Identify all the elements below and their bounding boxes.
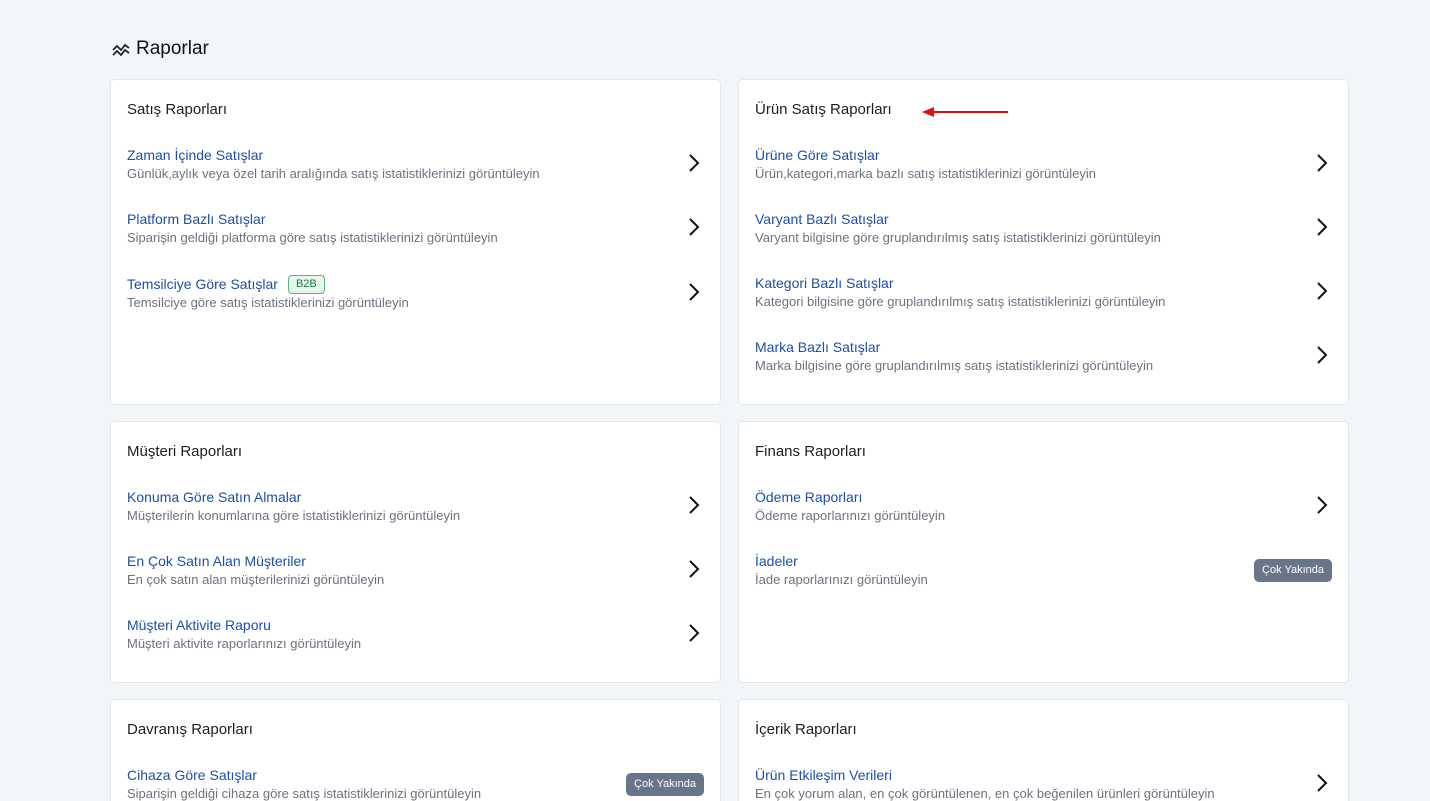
chevron-right-icon[interactable] — [688, 495, 700, 515]
card-content-reports: İçerik Raporları Ürün Etkileşim Verileri… — [738, 699, 1349, 801]
item-title[interactable]: En Çok Satın Alan Müşteriler — [127, 553, 306, 569]
item-title[interactable]: Varyant Bazlı Satışlar — [755, 211, 889, 227]
card-behavior-reports: Davranış Raporları Cihaza Göre Satışlar … — [110, 699, 721, 801]
item-desc: Siparişin geldiği cihaza göre satış ista… — [127, 786, 482, 801]
report-item-product-sales[interactable]: Ürüne Göre Satışlar Ürün,kategori,marka … — [739, 145, 1348, 195]
chevron-right-icon[interactable] — [688, 282, 700, 302]
item-desc: En çok satın alan müşterilerinizi görünt… — [127, 572, 385, 587]
chevron-right-icon[interactable] — [688, 559, 700, 579]
chevron-right-icon[interactable] — [688, 217, 700, 237]
item-title[interactable]: Platform Bazlı Satışlar — [127, 211, 266, 227]
card-product-sales-reports: Ürün Satış Raporları Ürüne Göre Satışlar… — [738, 79, 1349, 405]
item-desc: Siparişin geldiği platforma göre satış i… — [127, 230, 498, 245]
page-title: Raporlar — [136, 38, 209, 59]
card-title: Finans Raporları — [755, 443, 866, 460]
item-desc: En çok yorum alan, en çok görüntülenen, … — [755, 786, 1215, 801]
item-desc: İade raporlarınızı görüntüleyin — [755, 572, 928, 587]
item-title[interactable]: Kategori Bazlı Satışlar — [755, 275, 894, 291]
item-title[interactable]: Konuma Göre Satın Almalar — [127, 489, 301, 505]
report-item-platform-sales[interactable]: Platform Bazlı Satışlar Siparişin geldiğ… — [111, 209, 720, 259]
item-desc: Kategori bilgisine göre gruplandırılmış … — [755, 294, 1166, 309]
chevron-right-icon[interactable] — [1316, 217, 1328, 237]
card-title: Ürün Satış Raporları — [755, 101, 892, 118]
page-header: Raporlar — [112, 38, 209, 60]
chevron-right-icon[interactable] — [1316, 773, 1328, 793]
report-item-brand-sales[interactable]: Marka Bazlı Satışlar Marka bilgisine gör… — [739, 337, 1348, 387]
item-title[interactable]: Zaman İçinde Satışlar — [127, 147, 263, 163]
report-item-location-purchases[interactable]: Konuma Göre Satın Almalar Müşterilerin k… — [111, 487, 720, 537]
card-title: Satış Raporları — [127, 101, 228, 118]
report-item-returns: İadeler İade raporlarınızı görüntüleyin … — [739, 551, 1348, 601]
report-item-product-engagement[interactable]: Ürün Etkileşim Verileri En çok yorum ala… — [739, 765, 1348, 801]
item-title[interactable]: Ödeme Raporları — [755, 489, 862, 505]
card-title: Müşteri Raporları — [127, 443, 243, 460]
report-item-payment-reports[interactable]: Ödeme Raporları Ödeme raporlarınızı görü… — [739, 487, 1348, 537]
chart-trend-icon — [112, 42, 130, 56]
item-title[interactable]: Marka Bazlı Satışlar — [755, 339, 880, 355]
card-title: Davranış Raporları — [127, 721, 253, 738]
item-desc: Müşteri aktivite raporlarınızı görüntüle… — [127, 636, 362, 651]
coming-soon-badge: Çok Yakında — [626, 773, 704, 796]
report-item-customer-activity[interactable]: Müşteri Aktivite Raporu Müşteri aktivite… — [111, 615, 720, 665]
item-desc: Marka bilgisine göre gruplandırılmış sat… — [755, 358, 1154, 373]
report-item-variant-sales[interactable]: Varyant Bazlı Satışlar Varyant bilgisine… — [739, 209, 1348, 259]
item-desc: Temsilciye göre satış istatistiklerinizi… — [127, 295, 409, 310]
chevron-right-icon[interactable] — [1316, 345, 1328, 365]
item-title[interactable]: İadeler — [755, 553, 798, 569]
chevron-right-icon[interactable] — [1316, 495, 1328, 515]
item-desc: Ürün,kategori,marka bazlı satış istatist… — [755, 166, 1097, 181]
chevron-right-icon[interactable] — [1316, 153, 1328, 173]
card-finance-reports: Finans Raporları Ödeme Raporları Ödeme r… — [738, 421, 1349, 683]
report-item-top-customers[interactable]: En Çok Satın Alan Müşteriler En çok satı… — [111, 551, 720, 601]
chevron-right-icon[interactable] — [688, 153, 700, 173]
coming-soon-badge: Çok Yakında — [1254, 559, 1332, 582]
item-title[interactable]: Ürüne Göre Satışlar — [755, 147, 880, 163]
item-title[interactable]: Müşteri Aktivite Raporu — [127, 617, 271, 633]
item-title[interactable]: Ürün Etkileşim Verileri — [755, 767, 892, 783]
item-desc: Varyant bilgisine göre gruplandırılmış s… — [755, 230, 1161, 245]
b2b-badge: B2B — [287, 274, 325, 294]
item-desc: Müşterilerin konumlarına göre istatistik… — [127, 508, 461, 523]
item-title[interactable]: Temsilciye Göre Satışlar — [127, 276, 278, 292]
report-item-sales-over-time[interactable]: Zaman İçinde Satışlar Günlük,aylık veya … — [111, 145, 720, 195]
card-customer-reports: Müşteri Raporları Konuma Göre Satın Alma… — [110, 421, 721, 683]
chevron-right-icon[interactable] — [1316, 281, 1328, 301]
item-desc: Günlük,aylık veya özel tarih aralığında … — [127, 166, 540, 181]
report-item-representative-sales[interactable]: Temsilciye Göre Satışlar B2B Temsilciye … — [111, 274, 720, 324]
item-title[interactable]: Cihaza Göre Satışlar — [127, 767, 257, 783]
annotation-arrow-icon — [922, 104, 1010, 125]
card-sales-reports: Satış Raporları Zaman İçinde Satışlar Gü… — [110, 79, 721, 405]
report-item-device-sales: Cihaza Göre Satışlar Siparişin geldiği c… — [111, 765, 720, 801]
report-item-category-sales[interactable]: Kategori Bazlı Satışlar Kategori bilgisi… — [739, 273, 1348, 323]
item-desc: Ödeme raporlarınızı görüntüleyin — [755, 508, 946, 523]
card-title: İçerik Raporları — [755, 721, 857, 738]
chevron-right-icon[interactable] — [688, 623, 700, 643]
